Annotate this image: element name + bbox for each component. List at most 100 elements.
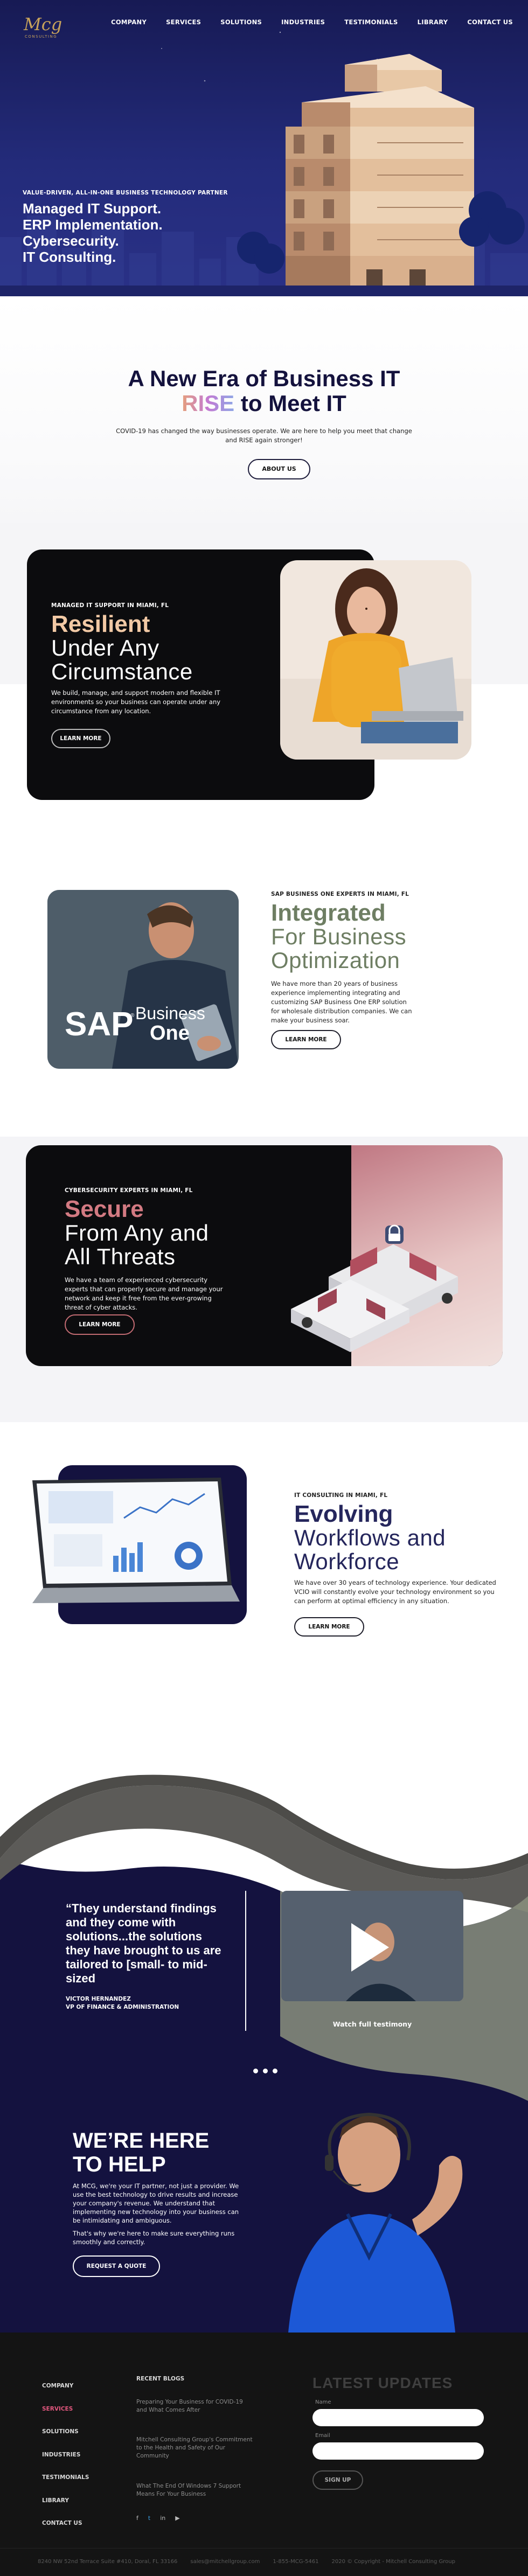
testimonial-video[interactable] [281, 1891, 463, 2001]
footer: COMPANY SERVICES SOLUTIONS INDUSTRIES TE… [0, 2333, 528, 2576]
help-title-line1: WE’RE HERE [73, 2129, 210, 2153]
carousel-dot-1[interactable] [253, 2069, 258, 2073]
carousel-dot-2[interactable] [263, 2069, 268, 2073]
nav-services[interactable]: SERVICES [166, 18, 201, 26]
blog-link-1[interactable]: Preparing Your Business for COVID-19 and… [136, 2398, 255, 2414]
evolving-text: We have over 30 years of technology expe… [294, 1579, 496, 1605]
testimonial-name: VICTOR HERNANDEZ [66, 1996, 131, 2002]
footer-link-solutions[interactable]: SOLUTIONS [42, 2420, 89, 2443]
footer-link-library[interactable]: LIBRARY [42, 2489, 89, 2512]
footer-copyright: 2020 © Copyright - Mitchell Consulting G… [331, 2559, 455, 2565]
nav-contact[interactable]: CONTACT US [467, 18, 513, 26]
email-input[interactable] [312, 2442, 484, 2460]
evolving-section: IT CONSULTING IN MIAMI, FL Evolving Work… [0, 1422, 528, 1735]
sap-logo-text: SAP [65, 1006, 133, 1043]
hero-line-1: Managed IT Support. [23, 200, 162, 217]
integrated-eyebrow: SAP BUSINESS ONE EXPERTS IN MIAMI, FL [271, 891, 409, 897]
woman-laptop-photo [280, 560, 471, 760]
integrated-sub1: For Business [271, 924, 407, 949]
secure-learn-more[interactable]: LEARN MORE [65, 1314, 135, 1335]
secure-title: Secure [65, 1196, 144, 1222]
secure-section: CYBERSECURITY EXPERTS IN MIAMI, FL Secur… [0, 1137, 528, 1422]
svg-text:Business: Business [135, 1004, 205, 1023]
footer-link-industries[interactable]: INDUSTRIES [42, 2443, 89, 2467]
nav-solutions[interactable]: SOLUTIONS [220, 18, 262, 26]
rise-word: RISE [182, 391, 235, 416]
facebook-icon[interactable]: f [136, 2515, 138, 2522]
carousel-dot-3[interactable] [273, 2069, 277, 2073]
footer-link-testimonials[interactable]: TESTIMONIALS [42, 2466, 89, 2489]
resilient-title: Resilient [51, 611, 150, 637]
nav-industries[interactable]: INDUSTRIES [281, 18, 325, 26]
svg-text:CONSULTING: CONSULTING [25, 34, 57, 39]
resilient-section: MANAGED IT SUPPORT IN MIAMI, FL Resilien… [0, 523, 528, 857]
evolving-eyebrow: IT CONSULTING IN MIAMI, FL [294, 1492, 388, 1499]
integrated-text: We have more than 20 years of business e… [271, 980, 412, 1024]
integrated-sub2: Optimization [271, 948, 400, 973]
email-label: Email [315, 2433, 330, 2439]
evolving-sub2: Workforce [294, 1549, 400, 1574]
main-nav: COMPANY SERVICES SOLUTIONS INDUSTRIES TE… [111, 18, 513, 26]
integrated-title: Integrated [271, 900, 386, 926]
footer-link-contact[interactable]: CONTACT US [42, 2512, 89, 2535]
mcg-logo[interactable]: Mcg CONSULTING [20, 10, 69, 41]
footer-bottom-bar: 8240 NW 52nd Terrace Suite #410, Doral, … [38, 2559, 455, 2565]
footer-link-services[interactable]: SERVICES [42, 2398, 89, 2421]
name-label: Name [315, 2399, 331, 2405]
youtube-icon[interactable]: ▶ [175, 2515, 179, 2522]
blog-link-3[interactable]: What The End Of Windows 7 Support Means … [136, 2482, 255, 2498]
secure-eyebrow: CYBERSECURITY EXPERTS IN MIAMI, FL [65, 1187, 193, 1194]
footer-email[interactable]: sales@mitchellgroup.com [190, 2559, 260, 2565]
support-agent-photo [288, 2112, 463, 2333]
testimonial-divider [245, 1891, 246, 2031]
carousel-dots [253, 2069, 277, 2073]
blog-link-2[interactable]: Mitchell Consulting Group's Commitment t… [136, 2436, 255, 2460]
evolving-learn-more[interactable]: LEARN MORE [294, 1617, 364, 1637]
resilient-eyebrow: MANAGED IT SUPPORT IN MIAMI, FL [51, 602, 169, 609]
intro-section: A New Era of Business IT RISE to Meet IT… [0, 296, 528, 523]
footer-link-company[interactable]: COMPANY [42, 2375, 89, 2398]
signup-button[interactable]: SIGN UP [312, 2470, 363, 2490]
hero-line-4: IT Consulting. [23, 249, 116, 265]
intro-title-rest: to Meet IT [234, 391, 346, 416]
svg-text:®: ® [130, 1013, 135, 1019]
hero-headline: Managed IT Support. ERP Implementation. … [23, 200, 163, 265]
footer-address: 8240 NW 52nd Terrace Suite #410, Doral, … [38, 2559, 178, 2565]
surface-laptop-dashboard [32, 1478, 240, 1603]
secure-sub1: From Any and [65, 1220, 209, 1245]
resilient-sub1: Under Any [51, 635, 159, 660]
nav-testimonials[interactable]: TESTIMONIALS [344, 18, 398, 26]
footer-phone[interactable]: 1-855-MCG-5461 [273, 2559, 318, 2565]
evolving-title: Evolving [294, 1501, 393, 1527]
linkedin-icon[interactable]: in [160, 2515, 165, 2522]
testimonial-quote: “They understand findings and they come … [66, 1902, 221, 1985]
hero-line-3: Cybersecurity. [23, 233, 119, 249]
testimonial-section: “They understand findings and they come … [0, 1735, 528, 2333]
hero-eyebrow: VALUE-DRIVEN, ALL-IN-ONE BUSINESS TECHNO… [23, 190, 228, 196]
name-input[interactable] [312, 2409, 484, 2426]
hero-section: Mcg CONSULTING COMPANY SERVICES SOLUTION… [0, 0, 528, 296]
watch-testimony-link[interactable]: Watch full testimony [281, 2020, 463, 2028]
svg-text:Mcg: Mcg [23, 14, 62, 34]
help-text-1: At MCG, we're your IT partner, not just … [73, 2182, 239, 2224]
request-quote-button[interactable]: REQUEST A QUOTE [73, 2255, 160, 2277]
secure-text: We have a team of experienced cybersecur… [65, 1276, 223, 1311]
about-us-button[interactable]: ABOUT US [248, 459, 310, 479]
twitter-icon[interactable]: t [148, 2515, 150, 2522]
integrated-section: SAP ® Business One SAP BUSINESS ONE EXPE… [0, 857, 528, 1137]
secure-sub2: All Threats [65, 1244, 176, 1269]
resilient-text: We build, manage, and support modern and… [51, 689, 221, 715]
nav-library[interactable]: LIBRARY [418, 18, 448, 26]
intro-title-line1: A New Era of Business IT [128, 366, 400, 391]
latest-updates-title: LATEST UPDATES [312, 2375, 453, 2391]
nav-company[interactable]: COMPANY [111, 18, 147, 26]
evolving-sub1: Workflows and [294, 1525, 446, 1550]
resilient-learn-more[interactable]: LEARN MORE [51, 729, 110, 748]
sap-business-one-photo: SAP ® Business One [47, 890, 239, 1069]
help-title-line2: TO HELP [73, 2153, 166, 2176]
testimonial-role: VP OF FINANCE & ADMINISTRATION [66, 2004, 179, 2010]
integrated-learn-more[interactable]: LEARN MORE [271, 1030, 341, 1049]
resilient-sub2: Circumstance [51, 659, 193, 684]
office-isometric-illustration [291, 1224, 458, 1352]
intro-text: COVID-19 has changed the way businesses … [116, 427, 412, 444]
